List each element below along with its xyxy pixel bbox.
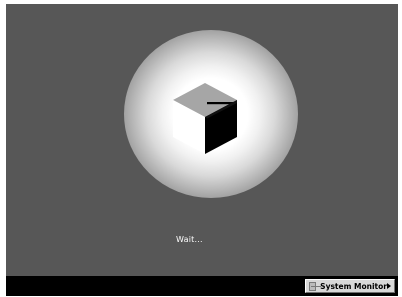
system-monitor-label: System Monitor	[320, 281, 387, 291]
startup-screen: Wait...	[6, 4, 398, 276]
cube-logo-icon	[173, 83, 237, 154]
chevron-right-icon	[387, 283, 391, 289]
monitor-icon	[309, 281, 322, 291]
wait-status-text: Wait...	[176, 235, 203, 244]
system-monitor-button[interactable]: System Monitor	[305, 279, 395, 293]
status-bar: System Monitor	[6, 276, 398, 296]
